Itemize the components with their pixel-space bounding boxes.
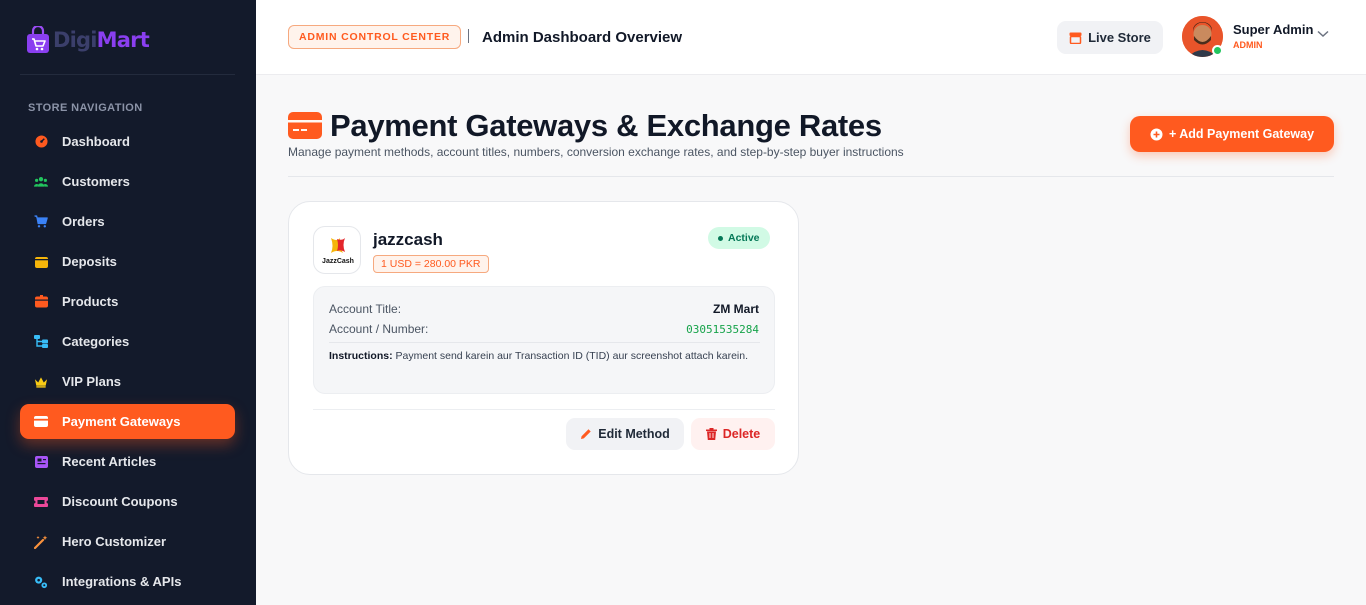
sidebar-item-label: Categories [62, 334, 130, 349]
brand-name-part1: Digi [53, 28, 97, 52]
sidebar-item-label: Dashboard [62, 134, 130, 149]
edit-method-button[interactable]: Edit Method [566, 418, 684, 450]
brand-name-part2: Mart [96, 28, 150, 52]
page-subtitle: Manage payment methods, account titles, … [288, 145, 904, 159]
gateway-card: JazzCash jazzcash 1 USD = 280.00 PKR Act… [288, 201, 799, 475]
live-store-button[interactable]: Live Store [1057, 21, 1163, 54]
pencil-icon [581, 429, 591, 439]
sidebar-item-vip-plans[interactable]: VIP Plans [20, 364, 235, 399]
live-store-label: Live Store [1088, 30, 1151, 45]
page-title: Payment Gateways & Exchange Rates [330, 108, 882, 143]
sidebar-item-label: VIP Plans [62, 374, 122, 389]
sidebar-item-label: Customers [62, 174, 130, 189]
wallet-icon [34, 255, 48, 269]
sidebar-item-label: Hero Customizer [62, 534, 167, 549]
add-payment-gateway-label: + Add Payment Gateway [1168, 127, 1315, 141]
cart-icon [34, 215, 48, 229]
brand-logo[interactable]: DigiMart [26, 24, 150, 56]
status-dot [718, 235, 723, 241]
jazzcash-logo: JazzCash [313, 226, 361, 274]
add-payment-gateway-button[interactable]: + Add Payment Gateway [1130, 116, 1334, 152]
edit-method-label: Edit Method [598, 427, 670, 441]
sidebar-item-label: Integrations & APIs [62, 574, 182, 589]
account-details-box: Account Title: ZM Mart Account / Number:… [313, 286, 775, 394]
instructions-text: Instructions: Payment send karein aur Tr… [329, 348, 754, 364]
sidebar: DigiMart STORE NAVIGATION Dashboard Cust… [0, 0, 256, 605]
content-divider [288, 176, 1334, 177]
account-title-value: ZM Mart [713, 302, 759, 316]
sidebar-item-customers[interactable]: Customers [20, 164, 235, 199]
gauge-icon [34, 135, 48, 149]
top-header: ADMIN CONTROL CENTER Admin Dashboard Ove… [256, 0, 1366, 75]
account-number-value: 03051535284 [686, 323, 759, 336]
user-role: ADMIN [1233, 40, 1263, 50]
sidebar-item-label: Payment Gateways [62, 414, 181, 429]
cogs-icon [34, 575, 48, 589]
sidebar-divider [20, 74, 235, 75]
exchange-rate-badge: 1 USD = 280.00 PKR [373, 255, 489, 273]
instructions-value: Payment send karein aur Transaction ID (… [395, 350, 749, 362]
delete-label: Delete [722, 427, 761, 441]
sidebar-item-label: Recent Articles [62, 454, 157, 469]
user-name: Super Admin [1233, 22, 1314, 37]
sidebar-item-deposits[interactable]: Deposits [20, 244, 235, 279]
trash-icon [705, 428, 717, 440]
sidebar-item-label: Discount Coupons [62, 494, 178, 509]
sidebar-item-label: Deposits [62, 254, 117, 269]
delete-button[interactable]: Delete [691, 418, 775, 450]
header-title: Admin Dashboard Overview [482, 29, 683, 46]
sidebar-item-integrations[interactable]: Integrations & APIs [20, 564, 235, 599]
sidebar-item-hero-customizer[interactable]: Hero Customizer [20, 524, 235, 559]
sidebar-item-dashboard[interactable]: Dashboard [20, 124, 235, 159]
jazzcash-logo-text: JazzCash [322, 258, 354, 265]
nav-heading: STORE NAVIGATION [28, 102, 143, 114]
instructions-label: Instructions: [329, 350, 393, 362]
shopping-bag-icon [26, 24, 50, 54]
sidebar-item-products[interactable]: Products [20, 284, 235, 319]
newspaper-icon [34, 455, 48, 469]
credit-card-icon [34, 415, 48, 429]
ticket-icon [34, 495, 48, 509]
sidebar-item-categories[interactable]: Categories [20, 324, 235, 359]
credit-card-icon [288, 112, 322, 139]
info-separator [329, 342, 760, 343]
admin-control-center-badge: ADMIN CONTROL CENTER [288, 25, 462, 49]
store-icon [1069, 32, 1082, 44]
users-icon [34, 175, 48, 189]
crown-icon [34, 375, 48, 389]
account-title-label: Account Title: [329, 302, 402, 316]
status-badge: Active [708, 227, 770, 249]
sidebar-item-orders[interactable]: Orders [20, 204, 235, 239]
status-label: Active [728, 232, 760, 244]
box-icon [34, 295, 48, 309]
online-status-dot [1212, 45, 1223, 56]
brand-name: DigiMart [53, 28, 150, 52]
sidebar-item-label: Products [62, 294, 119, 309]
sitemap-icon [34, 335, 48, 349]
sidebar-item-recent-articles[interactable]: Recent Articles [20, 444, 235, 479]
account-number-label: Account / Number: [329, 322, 429, 336]
card-separator [313, 409, 775, 410]
header-separator [468, 29, 469, 43]
chevron-down-icon[interactable] [1317, 30, 1329, 38]
plus-circle-icon [1150, 128, 1163, 140]
sidebar-item-label: Orders [62, 214, 105, 229]
sidebar-item-payment-gateways[interactable]: Payment Gateways [20, 404, 235, 439]
sidebar-item-discount-coupons[interactable]: Discount Coupons [20, 484, 235, 519]
gateway-name: jazzcash [373, 230, 443, 249]
magic-wand-icon [34, 535, 48, 549]
